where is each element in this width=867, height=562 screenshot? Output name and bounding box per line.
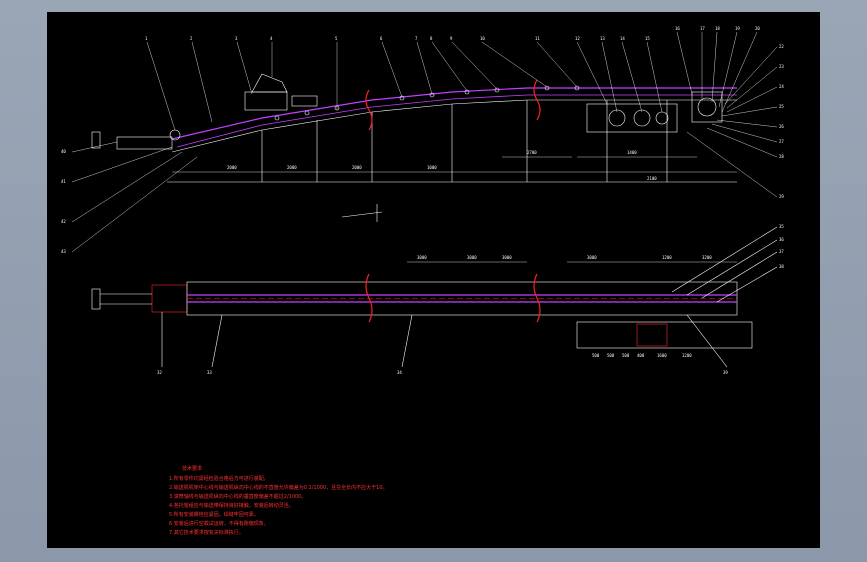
leader-lines-top	[71, 31, 778, 253]
callout-plan-7: 38	[779, 264, 784, 269]
note-1: 1.所有零件均需经检验合格后方可进行装配。	[169, 475, 269, 482]
dim-bottom-4: 400	[637, 353, 645, 358]
dim-side-6: 1400	[627, 150, 637, 155]
callout-13: 13	[600, 36, 605, 41]
conveyor-drawing: 1 2 3 4 5 6 7 8 9 10 11 12 13 14 15 16 1…	[61, 26, 784, 536]
dim-side-3: 2000	[352, 165, 362, 170]
callout-40: 40	[61, 149, 66, 154]
callout-14: 14	[620, 36, 625, 41]
dim-bottom-5: 1600	[657, 353, 667, 358]
dim-side-2: 2000	[287, 165, 297, 170]
callout-2: 2	[190, 36, 193, 41]
callout-17: 17	[700, 26, 705, 31]
callout-25: 25	[779, 104, 784, 109]
callout-11: 11	[535, 36, 540, 41]
callout-6: 6	[380, 36, 383, 41]
callouts: 1 2 3 4 5 6 7 8 9 10 11 12 13 14 15 16 1…	[61, 26, 784, 375]
callout-plan-8: 39	[723, 370, 728, 375]
dim-side-1: 2000	[227, 165, 237, 170]
notes-title: 技术要求	[182, 465, 202, 472]
callout-9: 9	[450, 36, 453, 41]
callout-18: 18	[715, 26, 720, 31]
callout-42: 42	[61, 219, 66, 224]
side-elevation	[91, 73, 737, 222]
callout-15: 15	[645, 36, 650, 41]
callout-43: 43	[61, 249, 66, 254]
callout-12: 12	[575, 36, 580, 41]
note-7: 7.其它技术要求按有关标准执行。	[169, 529, 244, 536]
callout-1: 1	[145, 36, 148, 41]
dim-plan-3: 3000	[502, 255, 512, 260]
callout-4: 4	[270, 36, 273, 41]
callout-19: 19	[735, 26, 740, 31]
note-3: 3.滚筒轴线与输送机纵向中心线的垂直度偏差不超过2/1000。	[169, 493, 306, 500]
callout-24: 24	[779, 84, 784, 89]
callout-3: 3	[235, 36, 238, 41]
note-5: 5.所有安装螺栓应紧固，焊缝牢固可靠。	[169, 511, 259, 518]
dim-plan-4: 3000	[587, 255, 597, 260]
technical-notes: 技术要求 1.所有零件均需经检验合格后方可进行装配。 2.输送机机架中心线与输送…	[169, 465, 388, 536]
callout-23: 23	[779, 64, 784, 69]
dim-bottom-1: 500	[592, 353, 600, 358]
dim-bottom-3: 500	[622, 353, 630, 358]
note-4: 4.各托辊组应与输送带保持良好接触，安装后转动灵活。	[169, 502, 294, 509]
callout-28: 28	[779, 154, 784, 159]
dim-bottom-6: 1200	[682, 353, 692, 358]
callout-41: 41	[61, 179, 66, 184]
dim-side-5: 2700	[527, 150, 537, 155]
callout-plan-2: 33	[207, 370, 212, 375]
callout-22: 22	[779, 44, 784, 49]
callout-29: 29	[779, 194, 784, 199]
dimension-texts: 2000 2000 2000 1000 2700 1400 2100 3000 …	[227, 150, 712, 358]
dim-plan-5: 1200	[662, 255, 672, 260]
callout-27: 27	[779, 139, 784, 144]
note-6: 6.安装后进行空载试运转，不得有跑偏现象。	[169, 520, 269, 527]
callout-plan-6: 37	[779, 249, 784, 254]
note-2: 2.输送机机架中心线与输送机纵向中心线的不直度允许偏差为0.1/1000，且在全…	[169, 484, 388, 491]
callout-plan-3: 34	[397, 370, 402, 375]
callout-5: 5	[335, 36, 338, 41]
dim-side-4: 1000	[427, 165, 437, 170]
callout-10: 10	[480, 36, 485, 41]
callout-20: 20	[755, 26, 760, 31]
callout-plan-4: 35	[779, 224, 784, 229]
callout-plan-5: 36	[779, 237, 784, 242]
callout-16: 16	[675, 26, 680, 31]
dim-plan-1: 3000	[417, 255, 427, 260]
callout-26: 26	[779, 124, 784, 129]
plan-view	[91, 226, 778, 368]
dim-side-7: 2100	[647, 176, 657, 181]
dim-plan-2: 3000	[467, 255, 477, 260]
dim-plan-6: 3200	[702, 255, 712, 260]
callout-8: 8	[430, 36, 433, 41]
dim-bottom-2: 500	[607, 353, 615, 358]
cad-drawing-frame: 1 2 3 4 5 6 7 8 9 10 11 12 13 14 15 16 1…	[47, 12, 820, 548]
callout-plan-1: 32	[157, 370, 162, 375]
callout-7: 7	[415, 36, 418, 41]
